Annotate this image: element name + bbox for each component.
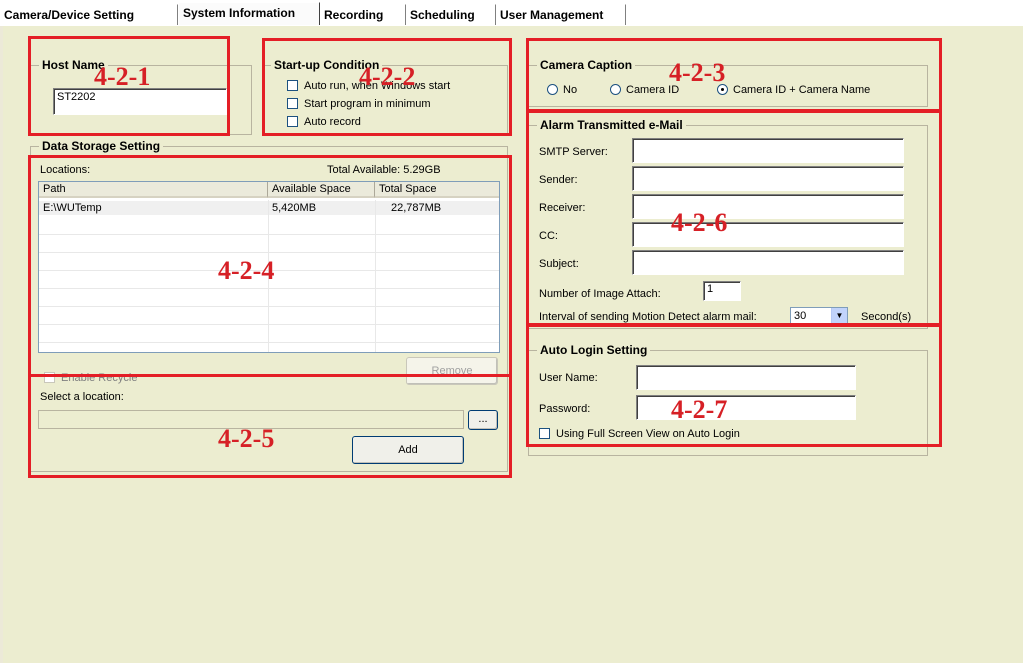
annotation-box-4-2-3 [526,38,942,112]
annotation-label-4-2-2: 4-2-2 [359,62,416,91]
tab-recording[interactable]: Recording [320,4,406,26]
tab-scheduling[interactable]: Scheduling [406,4,496,26]
data-storage-title: Data Storage Setting [39,139,164,153]
annotation-label-4-2-7: 4-2-7 [671,395,728,424]
tab-user-management[interactable]: User Management [496,4,626,26]
annotation-box-4-2-6 [526,110,942,326]
annotation-label-4-2-5: 4-2-5 [218,424,275,453]
tab-strip: Camera/Device Setting System Information… [0,0,1023,26]
tab-system-information[interactable]: System Information [178,2,320,26]
annotation-label-4-2-4: 4-2-4 [218,256,275,285]
annotation-label-4-2-6: 4-2-6 [671,208,728,237]
tab-camera-device-setting[interactable]: Camera/Device Setting [0,4,178,26]
annotation-label-4-2-1: 4-2-1 [94,62,151,91]
annotation-box-4-2-7 [526,324,942,447]
annotation-label-4-2-3: 4-2-3 [669,58,726,87]
